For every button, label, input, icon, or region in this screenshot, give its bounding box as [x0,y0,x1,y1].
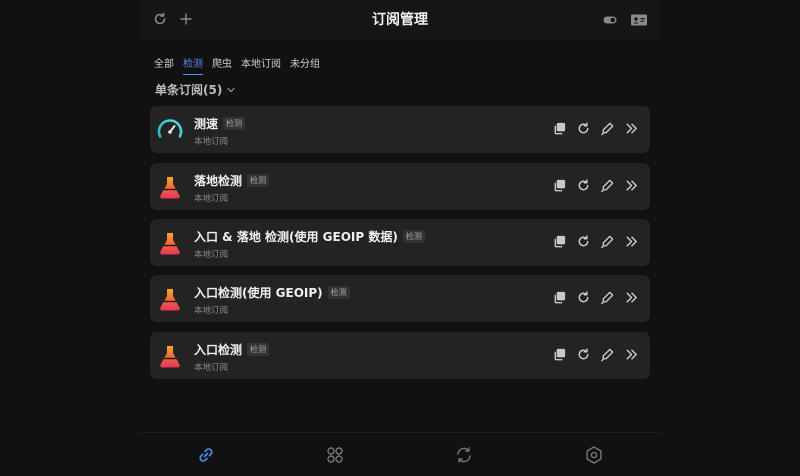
tag-badge: 检测 [247,343,270,356]
refresh-icon[interactable] [576,178,591,193]
refresh-icon[interactable] [576,290,591,305]
subscription-type: 本地订阅 [194,137,229,147]
group-header[interactable]: 单条订阅(5) [155,81,236,98]
tag-badge: 检测 [247,174,270,187]
app-root: 订阅管理 全部 检测 爬虫 本地订阅 未分组 单条订阅(5) 测速 检测 本地订… [140,0,660,476]
forward-icon[interactable] [624,121,639,136]
add-icon[interactable] [178,11,194,27]
speedometer-icon [157,119,183,138]
forward-icon[interactable] [624,178,639,193]
top-bar: 订阅管理 [140,0,660,40]
subscription-name: 落地检测 [194,174,243,188]
subscription-card[interactable]: 入口 & 落地 检测(使用 GEOIP 数据) 检测 本地订阅 [150,219,650,266]
copy-icon[interactable] [552,290,567,305]
sync-icon[interactable] [454,445,474,465]
subscription-card[interactable]: 测速 检测 本地订阅 [150,106,650,153]
copy-icon[interactable] [552,347,567,362]
page-title: 订阅管理 [372,12,428,28]
forward-icon[interactable] [624,347,639,362]
subscription-card[interactable]: 落地检测 检测 本地订阅 [150,163,650,210]
subscription-type: 本地订阅 [194,363,229,373]
edit-icon[interactable] [600,290,615,305]
subscription-name: 测速 [194,117,219,131]
bottom-nav [140,432,660,476]
subscription-card[interactable]: 入口检测(使用 GEOIP) 检测 本地订阅 [150,275,650,322]
subscription-name: 入口检测 [194,343,243,357]
refresh-icon[interactable] [576,121,591,136]
copy-icon[interactable] [552,121,567,136]
edit-icon[interactable] [600,234,615,249]
settings-icon[interactable] [584,445,604,465]
tag-badge: 检测 [223,117,246,130]
tab-all[interactable]: 全部 [154,55,174,75]
refresh-icon[interactable] [576,234,591,249]
refresh-icon[interactable] [152,11,168,27]
grid-icon[interactable] [325,445,345,465]
subscription-type: 本地订阅 [194,194,229,204]
flask-icon [160,231,180,255]
forward-icon[interactable] [624,234,639,249]
forward-icon[interactable] [624,290,639,305]
copy-icon[interactable] [552,178,567,193]
subscription-name: 入口检测(使用 GEOIP) [194,286,323,300]
tab-local-subscription[interactable]: 本地订阅 [241,55,281,75]
subscription-card[interactable]: 入口检测 检测 本地订阅 [150,332,650,379]
tab-bar: 全部 检测 爬虫 本地订阅 未分组 [154,55,320,75]
edit-icon[interactable] [600,178,615,193]
tab-ungrouped[interactable]: 未分组 [290,55,320,75]
flask-icon [160,175,180,199]
tab-crawler[interactable]: 爬虫 [212,55,232,75]
edit-icon[interactable] [600,121,615,136]
copy-icon[interactable] [552,234,567,249]
tab-check[interactable]: 检测 [183,55,203,75]
id-card-icon[interactable] [630,12,648,28]
flask-icon [160,344,180,368]
subscription-type: 本地订阅 [194,250,229,260]
chevron-down-icon [227,87,235,92]
group-label: 单条订阅(5) [155,83,223,97]
edit-icon[interactable] [600,347,615,362]
subscription-type: 本地订阅 [194,306,229,316]
subscription-name: 入口 & 落地 检测(使用 GEOIP 数据) [194,230,398,244]
tag-badge: 检测 [402,230,425,243]
link-icon[interactable] [196,445,216,465]
refresh-icon[interactable] [576,347,591,362]
flask-icon [160,287,180,311]
tag-badge: 检测 [327,286,350,299]
toggle-icon[interactable] [602,12,618,28]
